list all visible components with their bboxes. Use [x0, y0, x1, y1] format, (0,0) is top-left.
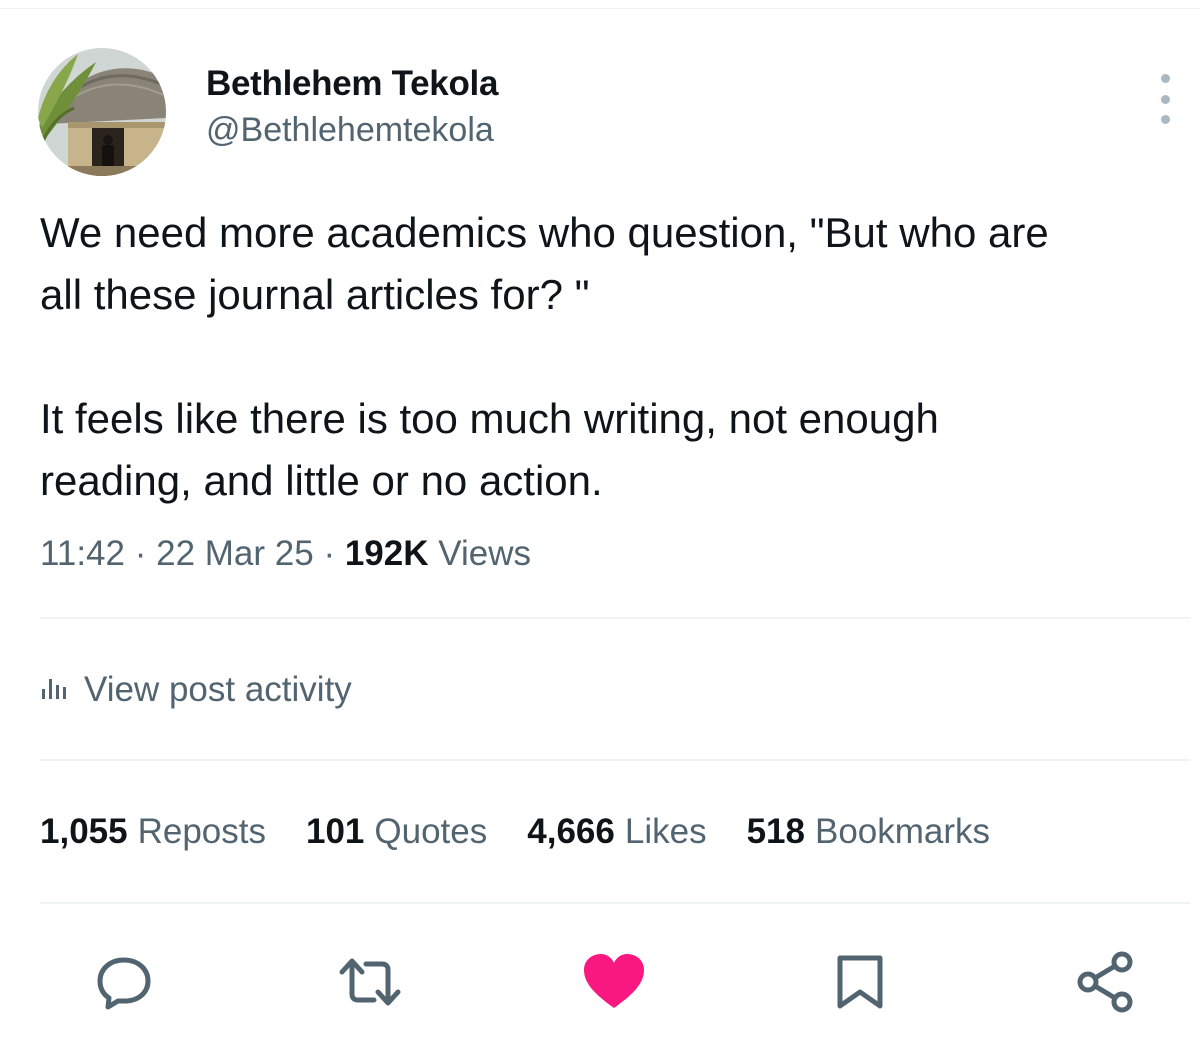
reply-button[interactable]	[92, 950, 156, 1014]
quotes-stat[interactable]: 101 Quotes	[306, 812, 487, 852]
like-button[interactable]	[582, 950, 646, 1014]
top-divider	[0, 8, 1200, 9]
views-label: Views	[438, 534, 531, 573]
engagement-stats: 1,055 Reposts 101 Quotes 4,666 Likes 518 Boo…	[40, 812, 1030, 852]
bookmarks-label: Bookmarks	[814, 812, 991, 851]
reposts-label: Reposts	[137, 812, 266, 851]
post-line: We need more academics who question, "Bu…	[40, 209, 1049, 256]
more-options-button[interactable]	[1150, 74, 1180, 124]
post-line: all these journal articles for? "	[40, 271, 590, 318]
meta-separator: ·	[134, 534, 147, 573]
analytics-bars-icon	[40, 670, 70, 710]
quotes-count: 101	[306, 812, 365, 851]
likes-stat[interactable]: 4,666 Likes	[527, 812, 706, 852]
share-button[interactable]	[1074, 950, 1138, 1014]
reposts-stat[interactable]: 1,055 Reposts	[40, 812, 266, 852]
bookmarks-stat[interactable]: 518 Bookmarks	[747, 812, 990, 852]
avatar-image	[38, 48, 166, 176]
bookmark-button[interactable]	[828, 950, 892, 1014]
view-post-activity-label: View post activity	[84, 670, 352, 709]
divider	[40, 617, 1190, 619]
meta-separator: ·	[323, 534, 336, 573]
more-dot-icon	[1160, 74, 1170, 83]
author-name[interactable]: Bethlehem Tekola	[206, 64, 498, 104]
post-line: It feels like there is too much writing,…	[40, 395, 939, 442]
reposts-count: 1,055	[40, 812, 128, 851]
reply-icon	[97, 957, 151, 1010]
post-time[interactable]: 11:42	[40, 534, 125, 573]
likes-count: 4,666	[527, 812, 615, 851]
divider	[40, 759, 1190, 761]
post-line: reading, and little or no action.	[40, 457, 603, 504]
divider	[40, 902, 1190, 904]
repost-button[interactable]	[338, 950, 402, 1014]
bookmarks-count: 518	[746, 812, 805, 851]
quotes-label: Quotes	[374, 812, 488, 851]
view-post-activity-link[interactable]: View post activity	[40, 670, 352, 710]
bookmark-icon	[837, 955, 883, 1009]
share-icon	[1077, 951, 1133, 1013]
views-count: 192K	[344, 534, 429, 573]
post-text: We need more academics who question, "Bu…	[40, 202, 1198, 512]
more-dot-icon	[1160, 115, 1170, 124]
author-handle[interactable]: @Bethlehemtekola	[206, 111, 494, 150]
more-dot-icon	[1160, 94, 1170, 104]
like-icon	[584, 954, 644, 1008]
likes-label: Likes	[624, 812, 707, 851]
post-meta: 11:42 · 22 Mar 25 · 192K Views	[40, 534, 531, 574]
post-date[interactable]: 22 Mar 25	[156, 534, 314, 573]
avatar[interactable]	[38, 48, 166, 176]
repost-icon	[339, 958, 401, 1006]
